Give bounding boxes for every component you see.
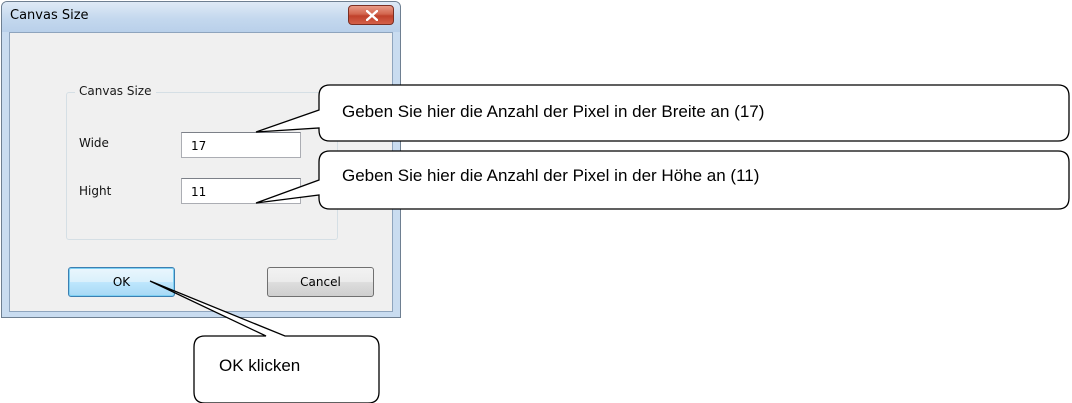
width-callout-text: Geben Sie hier die Anzahl der Pixel in d… bbox=[342, 102, 765, 121]
ok-callout-bubble bbox=[149, 280, 380, 403]
ok-callout-text: OK klicken bbox=[219, 356, 301, 375]
callout-layer bbox=[149, 84, 1070, 403]
height-callout-text: Geben Sie hier die Anzahl der Pixel in d… bbox=[342, 166, 760, 185]
